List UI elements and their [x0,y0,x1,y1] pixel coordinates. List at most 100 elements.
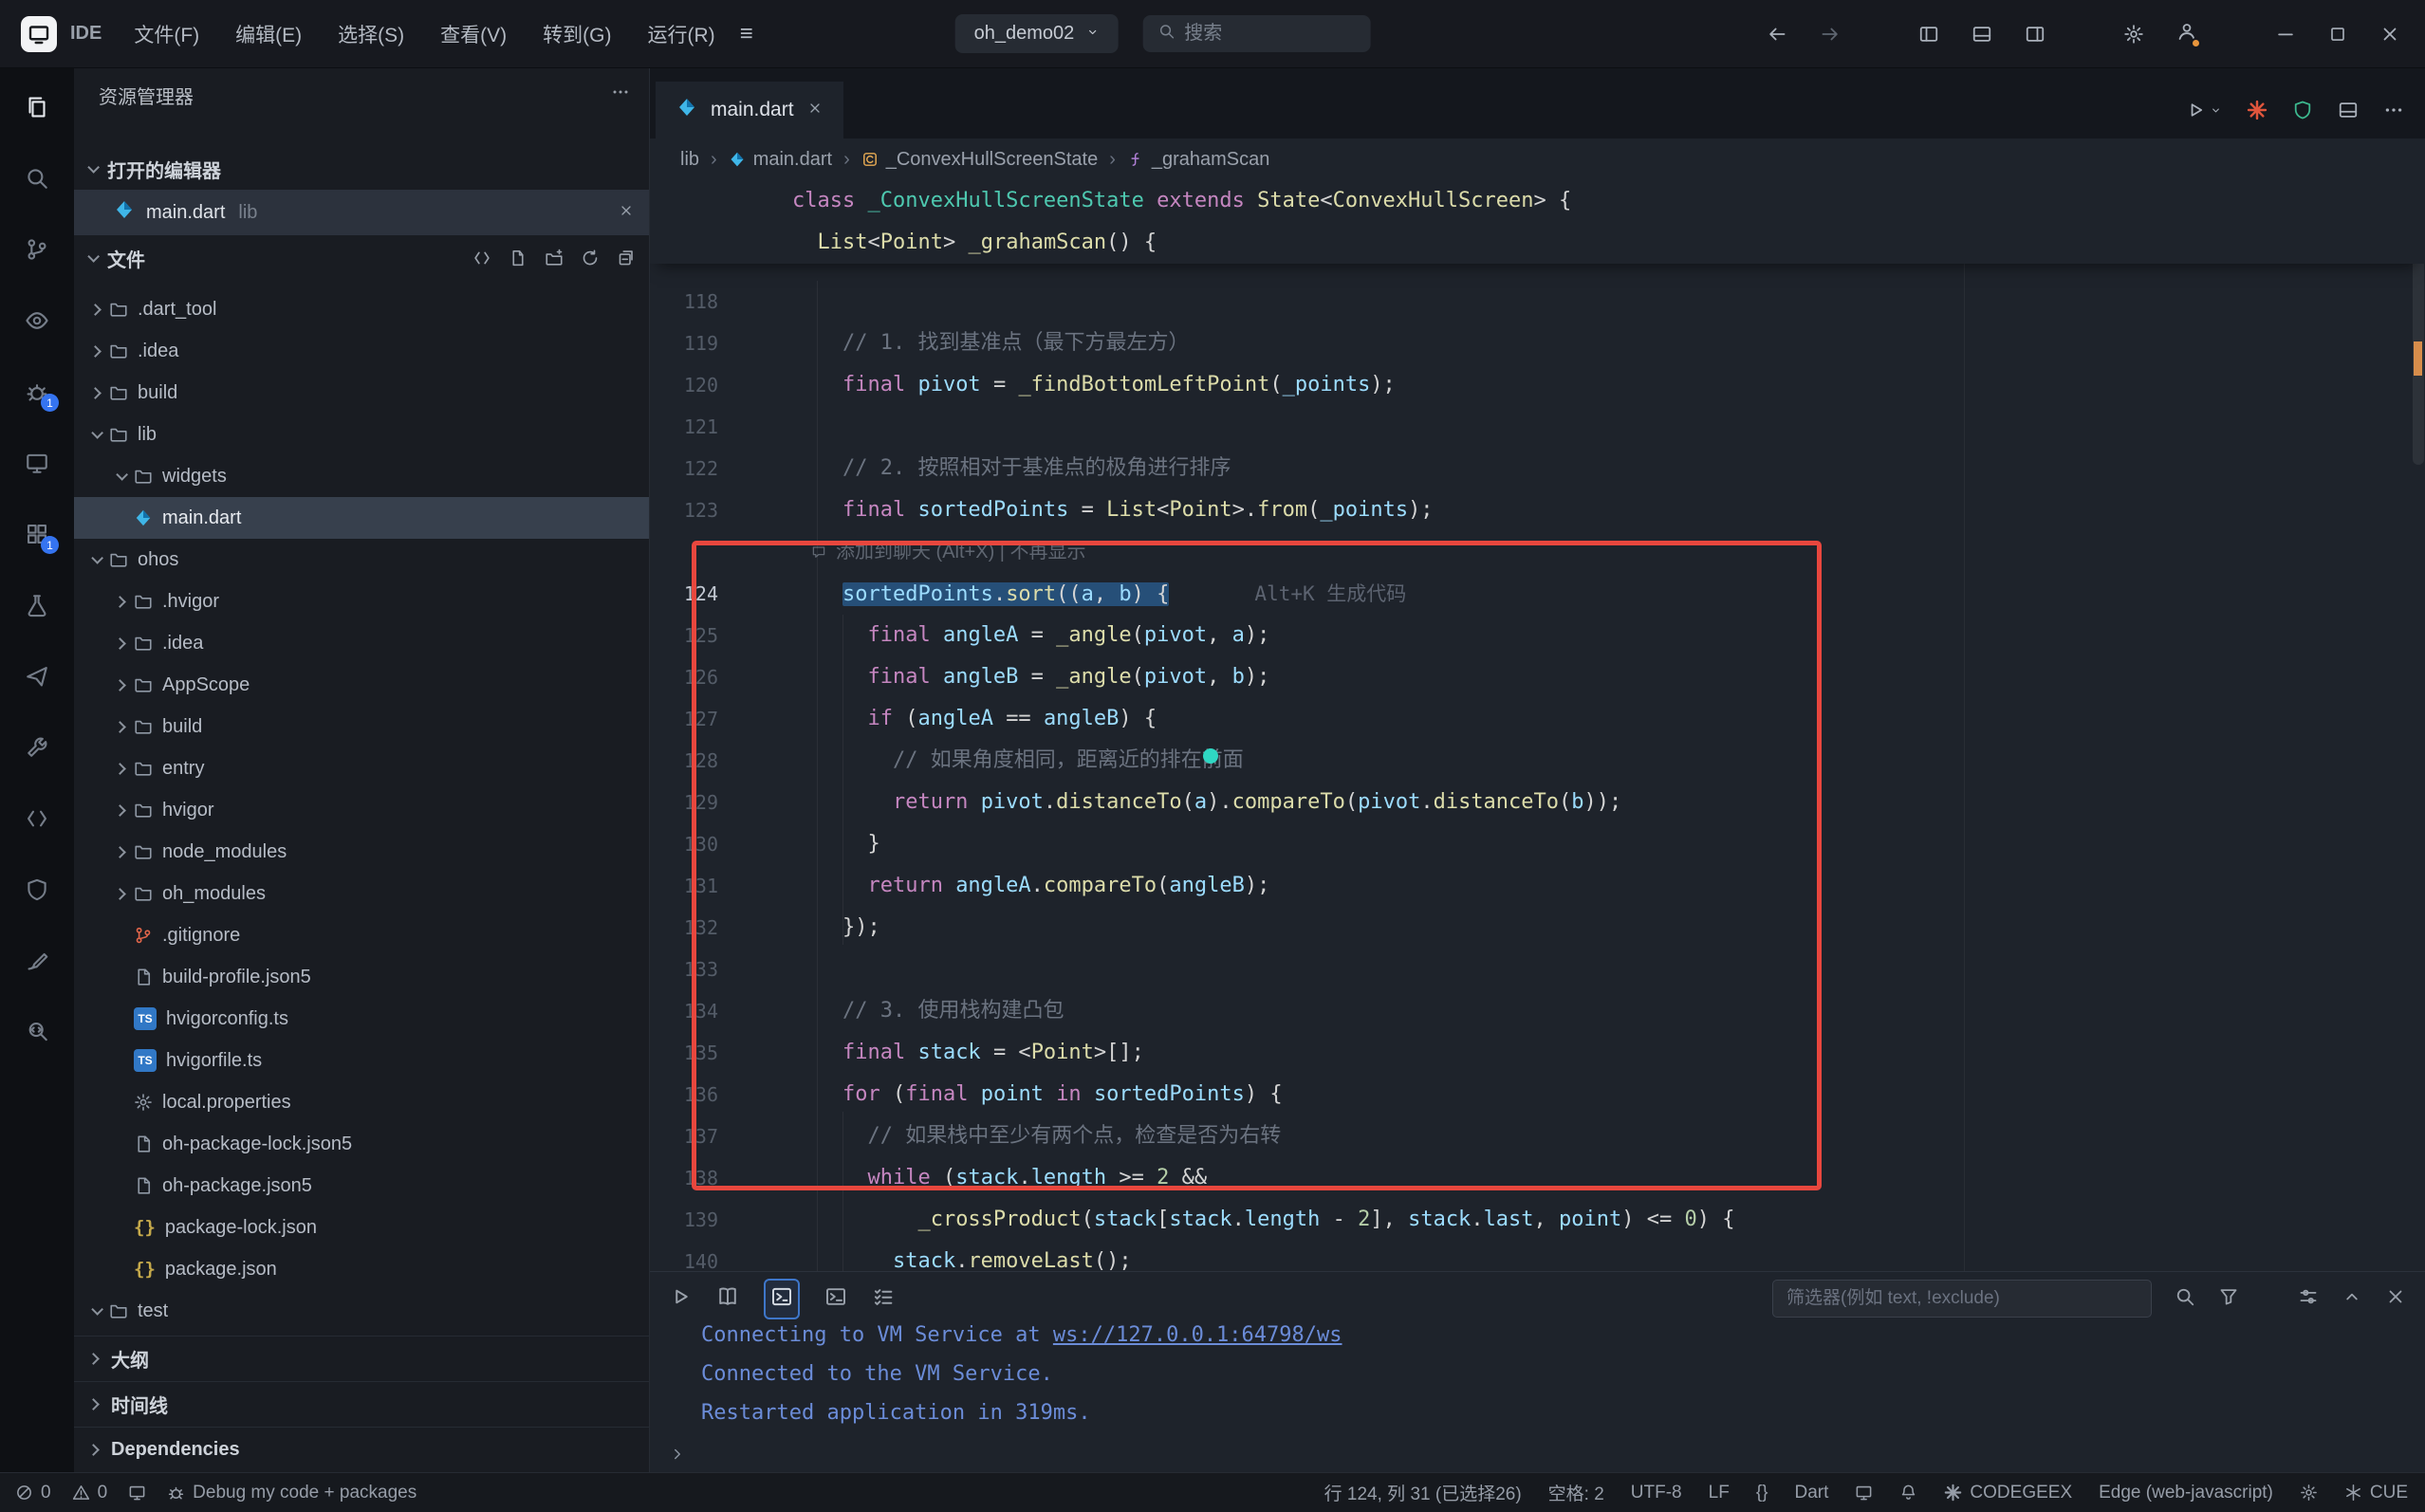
outline-section[interactable]: 大纲 [74,1336,649,1381]
breadcrumb-item[interactable]: lib [680,149,699,171]
activity-send[interactable] [25,664,49,689]
close-icon[interactable] [619,203,634,218]
newfolder-icon[interactable] [545,249,564,267]
search-icon[interactable] [2175,1286,2195,1312]
status-item[interactable] [128,1484,146,1502]
filter-icon[interactable] [2218,1286,2239,1307]
activity-shield[interactable] [25,877,49,902]
newfile-icon[interactable] [509,249,528,267]
tree-item-oh-package.json5[interactable]: oh-package.json5 [74,1165,649,1207]
tree-item-AppScope[interactable]: AppScope [74,664,649,706]
tree-item-local.properties[interactable]: local.properties [74,1081,649,1123]
status-item[interactable] [1899,1484,1917,1502]
close-icon[interactable] [2385,1286,2406,1307]
tab-main-dart[interactable]: main.dart [656,82,843,138]
tree-item-.idea[interactable]: .idea [74,622,649,664]
tree-item-hvigorconfig.ts[interactable]: TShvigorconfig.ts [74,998,649,1040]
tree-item-node_modules[interactable]: node_modules [74,831,649,873]
toggle-sidebar-icon[interactable] [1918,24,1939,45]
activity-eye[interactable] [25,308,49,333]
app-logo-icon[interactable] [21,16,57,52]
more-actions-icon[interactable] [611,83,630,101]
tree-item-entry[interactable]: entry [74,747,649,789]
dependencies-section[interactable]: Dependencies [74,1427,649,1472]
sidebar-more-icon[interactable] [611,83,630,107]
brackets-icon[interactable] [472,249,491,267]
run-debug-button[interactable] [2185,100,2222,120]
refresh-icon[interactable] [581,249,600,267]
toggle-panel-icon[interactable] [1971,24,1992,45]
status-item[interactable]: Edge (web-javascript) [2099,1483,2273,1503]
activity-explorer[interactable] [25,95,49,120]
activity-flask[interactable] [25,593,49,618]
console-link[interactable]: ws://127.0.0.1:64798/ws [1053,1325,1342,1347]
tree-item-build[interactable]: build [74,706,649,747]
project-selector[interactable]: oh_demo02 [955,14,1119,53]
activity-wrench[interactable] [25,735,49,760]
menu-4[interactable]: 转到(G) [528,12,626,56]
files-section-header[interactable]: 文件 [74,235,649,281]
breadcrumb-item[interactable]: main.dart [729,149,832,171]
panel-tool-checklist[interactable] [872,1285,895,1313]
back-icon[interactable] [1767,24,1787,45]
status-item[interactable]: {} [1756,1483,1768,1503]
tree-item-.idea[interactable]: .idea [74,330,649,372]
inline-chat-hint[interactable]: 添加到聊天 (Alt+X) | 不再显示 [650,531,2425,573]
chevron-up-icon[interactable] [2342,1286,2362,1312]
menu-2[interactable]: 选择(S) [323,12,419,56]
debug-console[interactable]: Connecting to VM Service at ws://127.0.0… [650,1325,2425,1472]
panel-settings-icon[interactable] [2298,1286,2319,1312]
activity-brackets[interactable] [25,806,49,831]
activity-grid[interactable]: 1 [25,522,49,546]
timeline-section[interactable]: 时间线 [74,1381,649,1427]
panel-settings-icon[interactable] [2298,1286,2319,1307]
console-filter-input[interactable] [1786,1288,2138,1309]
status-item[interactable]: 0 [15,1483,51,1503]
status-item[interactable]: 空格: 2 [1548,1480,1604,1505]
tree-item-package-lock.json[interactable]: {}package-lock.json [74,1207,649,1248]
activity-monitor[interactable] [25,451,49,475]
tree-item-main.dart[interactable]: main.dart [74,497,649,539]
menu-5[interactable]: 运行(R) [633,12,731,56]
tree-item-oh-package-lock.json5[interactable]: oh-package-lock.json5 [74,1123,649,1165]
status-item[interactable]: CODEGEEX [1944,1483,2072,1503]
status-item[interactable]: LF [1709,1483,1730,1503]
tree-item-oh_modules[interactable]: oh_modules [74,873,649,914]
open-editor-main-dart[interactable]: main.dart lib [74,190,649,235]
security-check-icon[interactable] [2292,100,2313,120]
status-item[interactable] [2300,1484,2318,1502]
search-icon[interactable] [2175,1286,2195,1307]
global-search[interactable] [1142,15,1370,52]
codegeex-icon[interactable] [2247,100,2268,120]
tree-item-build-profile.json5[interactable]: build-profile.json5 [74,956,649,998]
tree-item-.dart_tool[interactable]: .dart_tool [74,288,649,330]
console-prompt-icon[interactable] [669,1445,686,1468]
more-menus-icon[interactable]: ≡ [740,21,753,47]
activity-git[interactable] [25,237,49,262]
chevron-up-icon[interactable] [2342,1286,2362,1307]
status-item[interactable]: UTF-8 [1631,1483,1682,1503]
minimize-icon[interactable] [2275,24,2296,45]
tree-item-build[interactable]: build [74,372,649,414]
status-item[interactable]: 行 124, 列 31 (已选择26) [1324,1480,1522,1505]
more-actions-icon[interactable] [2383,100,2404,120]
panel-tool-dbgconsole[interactable] [764,1279,800,1319]
status-item[interactable]: CUE [2344,1483,2408,1503]
status-item[interactable]: Dart [1795,1483,1829,1503]
collapseall-icon[interactable] [617,249,636,267]
console-filter[interactable] [1772,1280,2152,1318]
status-item[interactable]: Debug my code + packages [167,1483,417,1503]
breadcrumb-item[interactable]: _grahamScan [1127,149,1270,171]
forward-icon[interactable] [1820,24,1841,45]
tree-item-lib[interactable]: lib [74,414,649,455]
scrollbar[interactable] [2410,180,2425,1271]
split-editor-icon[interactable] [2338,100,2359,120]
menu-3[interactable]: 查看(V) [425,12,522,56]
tree-item-widgets[interactable]: widgets [74,455,649,497]
settings-gear-icon[interactable] [2123,24,2144,45]
close-icon[interactable] [2385,1286,2406,1312]
panel-tool-book[interactable] [716,1285,739,1313]
filter-icon[interactable] [2218,1286,2239,1312]
global-search-input[interactable] [1184,23,1336,45]
tree-item-test[interactable]: test [74,1290,649,1332]
